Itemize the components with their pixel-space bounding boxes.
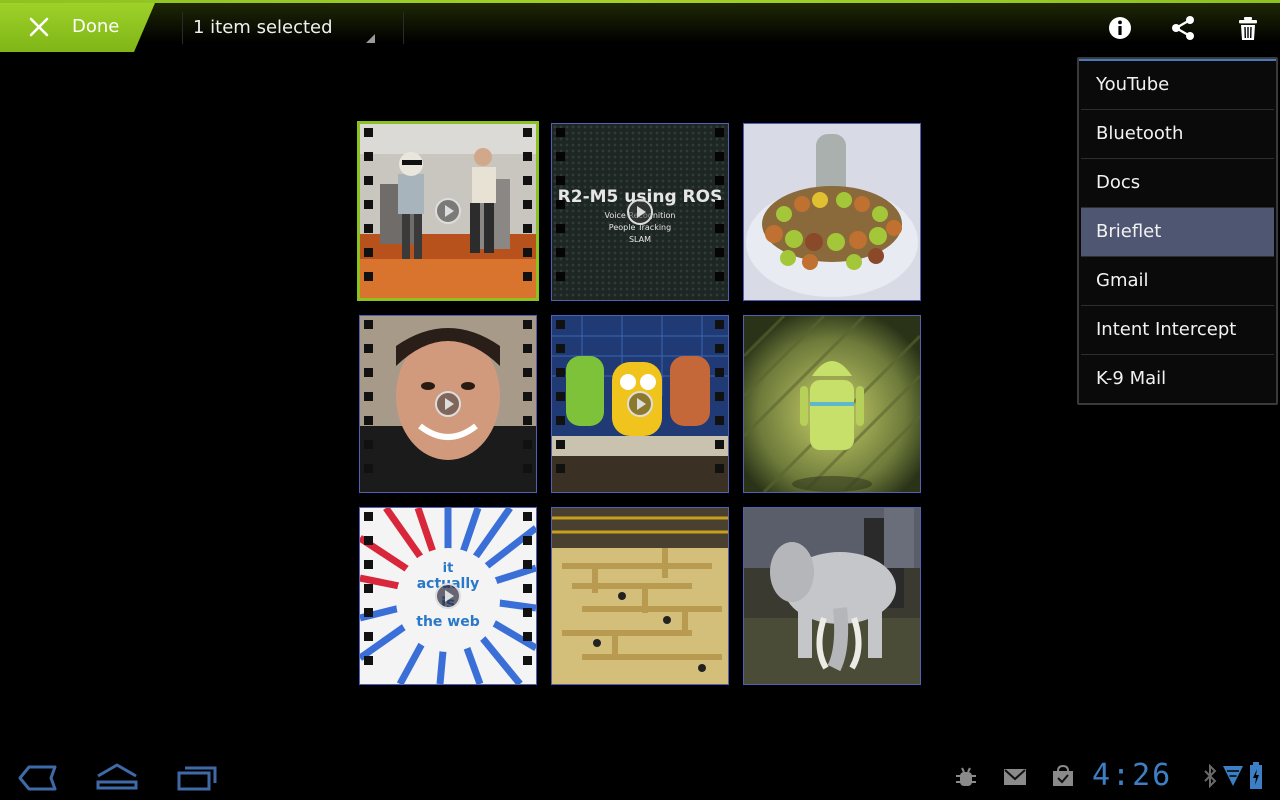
share-icon[interactable] [1169, 14, 1197, 42]
action-bar-divider [403, 12, 404, 44]
done-label: Done [72, 16, 120, 37]
share-item-youtube[interactable]: YouTube [1081, 61, 1274, 109]
photo-thumbnail [744, 316, 920, 492]
back-icon[interactable] [16, 764, 58, 792]
info-icon[interactable] [1106, 14, 1134, 42]
grid-item-dancing-video[interactable] [357, 121, 539, 301]
photo-thumbnail [744, 124, 920, 300]
share-menu: YouTube Bluetooth Docs Brieflet Gmail In… [1077, 57, 1278, 405]
delete-icon[interactable] [1234, 14, 1262, 42]
grid-item-ros-video[interactable]: R2-M5 using ROS Voice Recognition People… [551, 123, 729, 301]
wifi-icon [1223, 766, 1243, 786]
share-item-k9-mail[interactable]: K-9 Mail [1081, 355, 1274, 403]
close-icon [29, 17, 49, 37]
gmail-icon [1004, 769, 1026, 785]
photo-thumbnail [552, 508, 728, 684]
share-item-intent-intercept[interactable]: Intent Intercept [1081, 306, 1274, 354]
grid-item-android-robot-photo[interactable] [743, 315, 921, 493]
play-icon [627, 199, 653, 225]
video-subtitle-line: SLAM [629, 235, 651, 244]
market-icon [1053, 764, 1073, 786]
grid-item-elephant-photo[interactable] [743, 507, 921, 685]
recent-apps-icon[interactable] [176, 764, 218, 792]
play-icon [435, 198, 461, 224]
share-item-gmail[interactable]: Gmail [1081, 257, 1274, 305]
grid-item-android-toys-video[interactable] [551, 315, 729, 493]
grid-item-maze-photo[interactable] [551, 507, 729, 685]
thumbnail-text: the web [416, 614, 479, 630]
clock-time: 4:26 [1092, 758, 1173, 793]
debug-icon [956, 767, 976, 786]
play-icon [435, 391, 461, 417]
dropdown-arrow-icon [366, 34, 375, 43]
home-icon[interactable] [95, 762, 139, 792]
grid-item-android-figures-photo[interactable] [743, 123, 921, 301]
bluetooth-icon [1204, 764, 1217, 788]
grid-item-selfie-video[interactable] [359, 315, 537, 493]
grid-item-web-video[interactable]: it actually is the web [359, 507, 537, 685]
photo-thumbnail [744, 508, 920, 684]
selection-count-label: 1 item selected [193, 17, 333, 38]
done-button[interactable]: Done [0, 3, 155, 52]
share-item-bluetooth[interactable]: Bluetooth [1081, 110, 1274, 158]
thumbnail-text: it [443, 561, 454, 576]
share-item-docs[interactable]: Docs [1081, 159, 1274, 207]
play-icon [627, 391, 653, 417]
share-item-brieflet[interactable]: Brieflet [1081, 208, 1274, 256]
selection-dropdown[interactable]: 1 item selected [183, 8, 403, 48]
play-icon [435, 583, 461, 609]
battery-icon [1250, 762, 1262, 789]
